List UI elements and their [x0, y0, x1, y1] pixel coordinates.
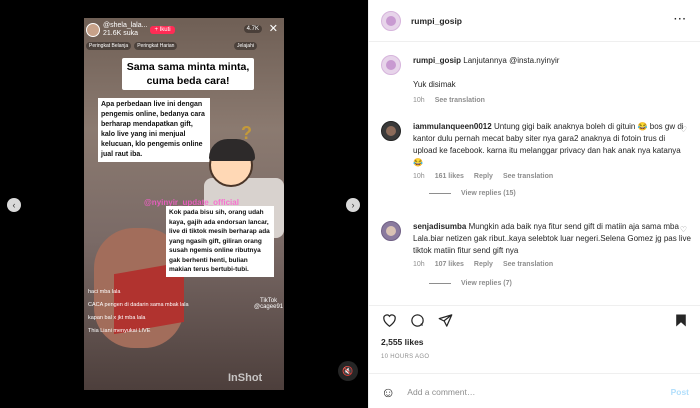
tiktok-viewers: 4.7K	[243, 25, 262, 33]
see-translation-link[interactable]: See translation	[435, 97, 485, 104]
avatar[interactable]	[381, 221, 401, 241]
comment-username[interactable]: iammulanqueen0012	[413, 122, 492, 131]
view-replies-button[interactable]: View replies (7)	[429, 280, 691, 287]
avatar[interactable]	[381, 55, 401, 75]
caption-time: 10h	[413, 97, 425, 104]
tiktok-comment: haci mba lala	[88, 289, 121, 295]
avatar[interactable]	[381, 121, 401, 141]
tiktok-comment: kapan bal x jkt mba lala	[88, 315, 146, 321]
reply-button[interactable]: Reply	[474, 173, 493, 180]
comment-time: 10h	[413, 261, 425, 268]
comment-likes[interactable]: 161 likes	[435, 173, 464, 180]
add-comment-bar: ☺ Add a comment… Post	[369, 373, 700, 408]
comment-time: 10h	[413, 173, 425, 180]
comment-item: iammulanqueen0012 Untung gigi baik anakn…	[381, 121, 691, 197]
mute-icon[interactable]: 🔇	[338, 361, 358, 381]
see-translation-link[interactable]: See translation	[503, 173, 553, 180]
header-username[interactable]: rumpi_gosip	[411, 16, 462, 26]
add-comment-input[interactable]: Add a comment…	[407, 387, 475, 397]
chevron-right-icon[interactable]: ›	[346, 198, 360, 212]
post-actions: 2,555 likes 10 HOURS AGO ☺ Add a comment…	[369, 305, 700, 408]
avatar[interactable]	[381, 10, 401, 31]
comment-likes[interactable]: 107 likes	[435, 261, 464, 268]
inshot-watermark: InShot	[228, 372, 263, 384]
view-replies-label: View replies (7)	[461, 280, 512, 287]
tiktok-pill: Peringkat Belanja	[86, 42, 132, 50]
tiktok-likes: 21.6K suka	[103, 30, 139, 37]
post-sidebar: rumpi_gosip ··· rumpi_gosip Lanjutannya …	[368, 0, 700, 408]
post-header: rumpi_gosip ···	[369, 0, 700, 42]
caption-line2: Yuk disimak	[413, 80, 456, 89]
view-replies-label: View replies (15)	[461, 190, 516, 197]
comment-username[interactable]: senjadisumba	[413, 222, 466, 231]
tiktok-comment: Thia Liani menyukai LIVE	[88, 328, 151, 334]
comments-feed[interactable]: rumpi_gosip Lanjutannya @insta.nyinyir Y…	[369, 43, 700, 305]
comment-item: senjadisumba Mungkin ada baik nya fitur …	[381, 221, 691, 287]
tiktok-handle: @cagee91	[254, 304, 284, 310]
view-replies-button[interactable]: View replies (15)	[429, 190, 691, 197]
tiktok-join-pill: Jelajahi	[234, 42, 257, 50]
post-time: 10 HOURS AGO	[381, 354, 430, 360]
comment-icon[interactable]	[409, 312, 425, 328]
bookmark-icon[interactable]	[673, 312, 689, 328]
tiktok-username: @shela_lala...	[103, 22, 148, 29]
heart-icon[interactable]	[381, 312, 397, 328]
likes-count[interactable]: 2,555 likes	[381, 337, 424, 347]
tiktok-close-icon: ✕	[268, 23, 278, 35]
post-button[interactable]: Post	[671, 387, 689, 397]
tiktok-avatar	[86, 23, 100, 37]
chevron-left-icon[interactable]: ‹	[7, 198, 21, 212]
tiktok-follow-button: + Ikuti	[150, 26, 175, 34]
video-caption-2: Kok pada bisu sih, orang udah kaya, gaji…	[166, 206, 274, 277]
tiktok-logo: TikTok @cagee91	[254, 298, 283, 310]
more-icon[interactable]: ···	[674, 14, 687, 25]
post-caption: rumpi_gosip Lanjutannya @insta.nyinyir Y…	[381, 55, 691, 104]
post-media[interactable]: @shela_lala... 21.6K suka + Ikuti 4.7K ✕…	[0, 0, 368, 408]
tiktok-pill: Peringkat Harian	[134, 42, 178, 50]
thinking-emoji-sticker: ?	[209, 123, 255, 187]
tiktok-header: @shela_lala... 21.6K suka + Ikuti	[86, 22, 175, 38]
caption-username[interactable]: rumpi_gosip	[413, 56, 461, 65]
heart-icon[interactable]: ♡	[680, 225, 687, 234]
caption-text: Lanjutannya @insta.nyinyir	[463, 56, 560, 65]
tiktok-comments: haci mba lala CACA pengen di dadarin sam…	[88, 288, 208, 340]
emoji-icon[interactable]: ☺	[381, 384, 395, 400]
see-translation-link[interactable]: See translation	[503, 261, 553, 268]
video-frame[interactable]: @shela_lala... 21.6K suka + Ikuti 4.7K ✕…	[84, 18, 284, 390]
share-icon[interactable]	[437, 312, 453, 328]
reply-button[interactable]: Reply	[474, 261, 493, 268]
video-caption-1: Apa perbedaan live ini dengan pengemis o…	[98, 98, 210, 162]
video-caption-title: Sama sama minta minta, cuma beda cara!	[122, 58, 254, 90]
heart-icon[interactable]: ♡	[680, 125, 687, 134]
tiktok-comment: CACA pengen di dadarin sama mbak lala	[88, 302, 189, 308]
